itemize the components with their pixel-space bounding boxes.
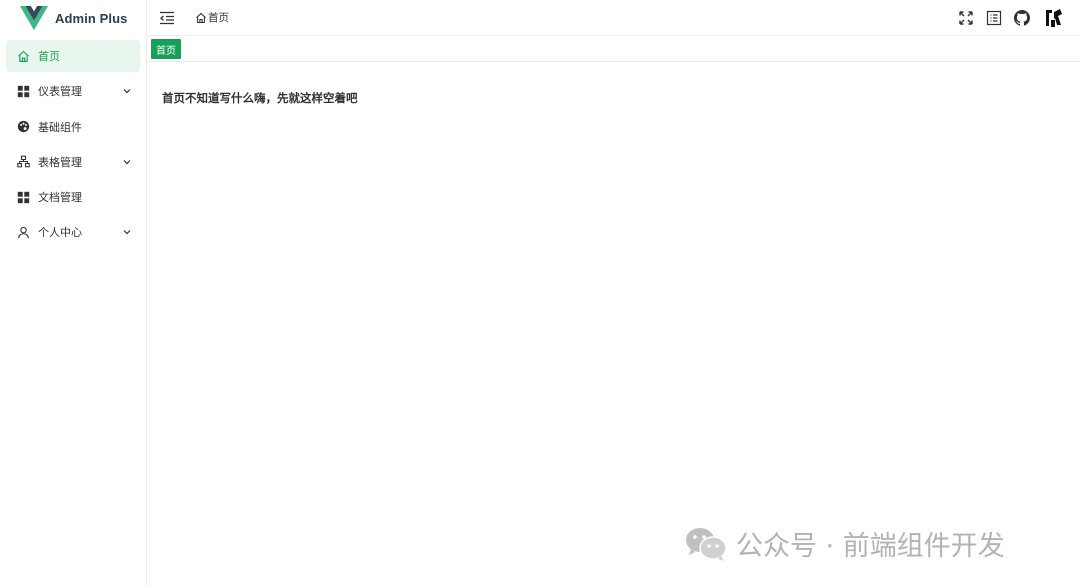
sidebar-item-label: 仪表管理 [38, 85, 82, 99]
menu-fold-icon [160, 11, 174, 24]
wechat-icon [686, 527, 727, 561]
sidebar-item-label: 文档管理 [38, 191, 82, 205]
tags-bar: 首页 [147, 37, 1080, 62]
sidebar-item-home[interactable]: 首页 [6, 40, 140, 72]
fullscreen-icon[interactable] [958, 10, 974, 26]
sidebar-item-label: 基础组件 [38, 120, 82, 134]
sitemap-icon [16, 155, 30, 169]
sidebar-item-profile[interactable]: 个人中心 [6, 216, 140, 248]
home-icon [16, 49, 30, 63]
github-icon[interactable] [1014, 10, 1030, 26]
tag-home[interactable]: 首页 [151, 39, 181, 59]
sidebar-menu: 首页 仪表管理 基础组件 表格管理 文档管理 个人中心 [0, 40, 146, 248]
grid-icon [16, 84, 30, 98]
chevron-down-icon [122, 86, 132, 96]
top-header: 首页 [147, 0, 1080, 36]
sidebar-item-dashboard[interactable]: 仪表管理 [6, 75, 140, 107]
breadcrumb[interactable]: 首页 [195, 10, 229, 25]
palette-icon [16, 120, 30, 134]
vue-logo-icon [20, 6, 48, 30]
main-content: 首页不知道写什么嗨，先就这样空着吧 [162, 90, 358, 106]
app-logo[interactable]: Admin Plus [0, 0, 146, 36]
grid-icon [16, 190, 30, 204]
sidebar-item-label: 个人中心 [38, 226, 82, 240]
home-icon [196, 12, 206, 23]
menu-collapse-button[interactable] [157, 8, 177, 28]
header-actions [958, 0, 1066, 36]
sidebar-item-documents[interactable]: 文档管理 [6, 181, 140, 213]
document-icon[interactable] [986, 10, 1002, 26]
app-title: Admin Plus [55, 10, 128, 26]
chevron-down-icon [122, 157, 132, 167]
avatar[interactable] [1042, 6, 1066, 30]
watermark: 公众号 · 前端组件开发 [684, 524, 1005, 563]
home-message: 首页不知道写什么嗨，先就这样空着吧 [162, 91, 358, 105]
chevron-down-icon [122, 227, 132, 237]
tag-label: 首页 [156, 45, 176, 57]
user-icon [16, 225, 30, 239]
sidebar-item-tables[interactable]: 表格管理 [6, 146, 140, 178]
breadcrumb-item: 首页 [208, 12, 229, 24]
sidebar-item-components[interactable]: 基础组件 [6, 111, 140, 143]
sidebar: Admin Plus 首页 仪表管理 基础组件 表格管理 文档管理 个人中心 [0, 0, 147, 586]
watermark-text: 公众号 · 前端组件开发 [736, 531, 1005, 562]
sidebar-item-label: 表格管理 [38, 155, 82, 169]
sidebar-item-label: 首页 [38, 50, 60, 63]
